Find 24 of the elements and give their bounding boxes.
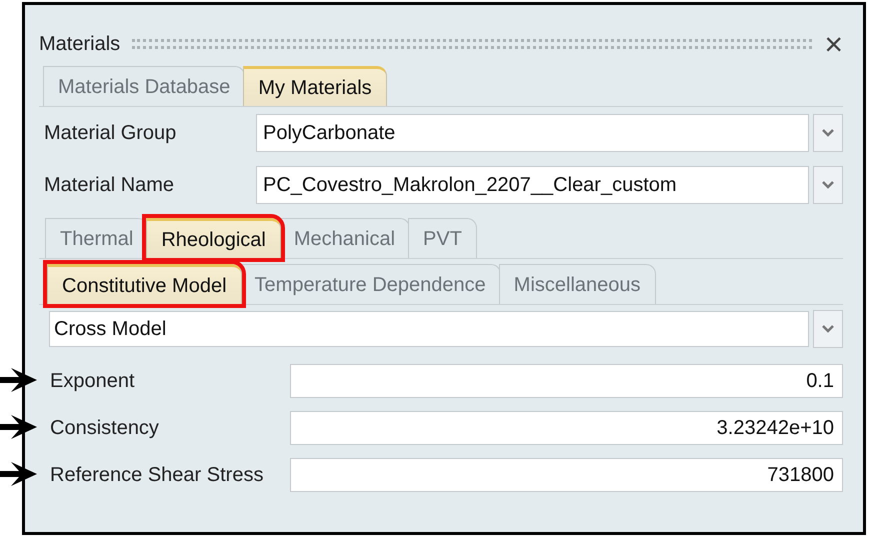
close-button[interactable]: × xyxy=(824,28,843,60)
dropdown-button[interactable] xyxy=(813,166,843,204)
chevron-down-icon xyxy=(822,325,834,333)
number-field[interactable]: 731800 xyxy=(290,458,843,492)
field-label: Consistency xyxy=(50,416,160,440)
dropdown-button[interactable] xyxy=(813,114,843,152)
chevron-down-icon xyxy=(822,181,834,189)
field-label: Material Name xyxy=(44,173,176,198)
field-label: Exponent xyxy=(50,368,136,394)
dropdown-button[interactable] xyxy=(813,310,843,348)
number-field[interactable]: 0.1 xyxy=(290,364,843,398)
tab[interactable]: My Materials xyxy=(243,66,387,106)
tab[interactable]: Materials Database xyxy=(43,66,246,106)
drag-grip[interactable] xyxy=(132,39,812,49)
dropdown-field[interactable]: PC_Covestro_Makrolon_2207__Clear_custom xyxy=(256,166,809,204)
field-label: Material Group xyxy=(44,121,178,146)
chevron-down-icon xyxy=(822,129,834,137)
tab[interactable]: PVT xyxy=(408,218,477,258)
panel-title: Materials xyxy=(39,32,120,57)
dropdown-field[interactable]: Cross Model xyxy=(49,311,809,347)
dropdown-field[interactable]: PolyCarbonate xyxy=(256,114,809,152)
number-field[interactable]: 3.23242e+10 xyxy=(290,410,843,444)
tab[interactable]: Miscellaneous xyxy=(498,264,656,304)
field-label: Reference Shear Stress xyxy=(50,462,264,488)
